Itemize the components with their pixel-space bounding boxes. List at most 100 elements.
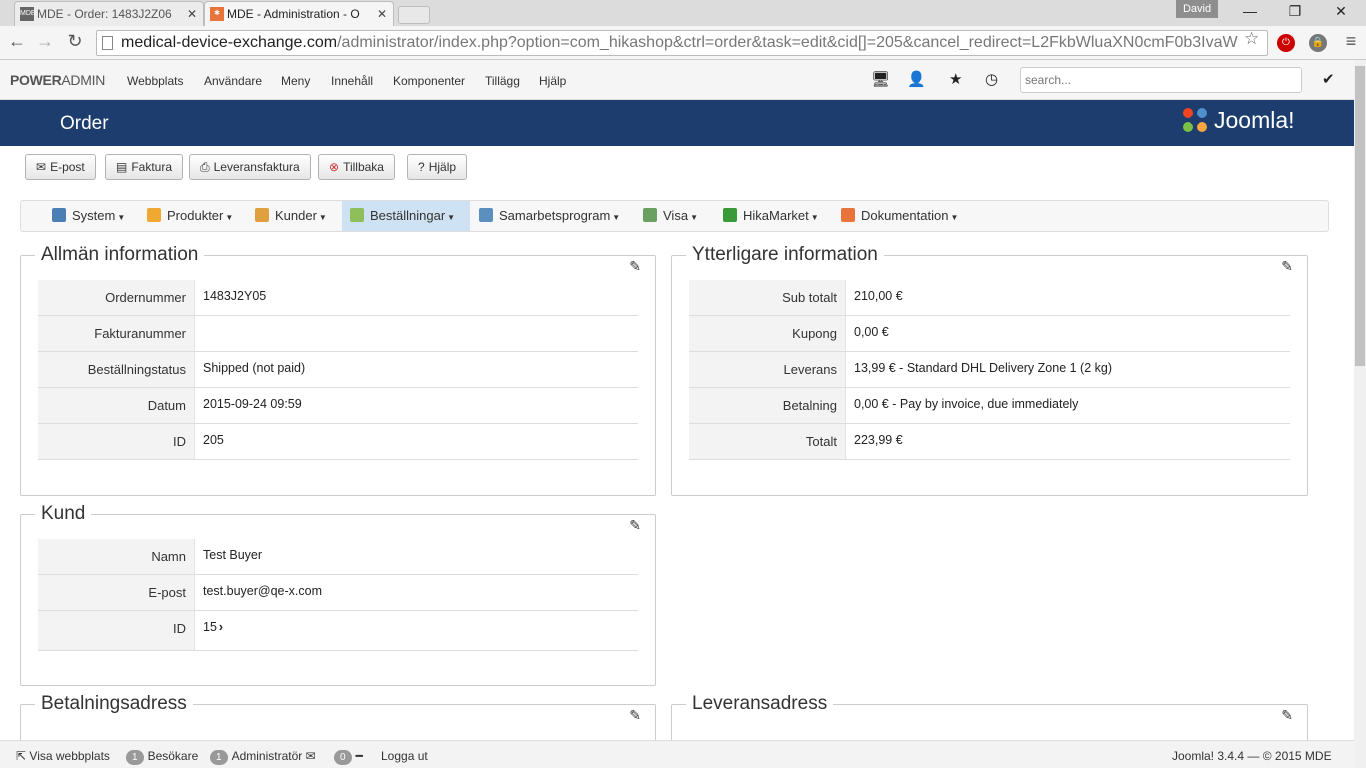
restore-icon[interactable]: ❐ (1285, 3, 1305, 20)
edit-pencil-icon[interactable]: ✎ (629, 258, 641, 275)
messages-badge: 0 (334, 750, 352, 765)
menu-anvandare[interactable]: Användare (204, 74, 262, 88)
browser-tab-title: MDE - Administration - O (227, 7, 360, 21)
edit-pencil-icon[interactable]: ✎ (629, 517, 641, 534)
info-row: Leverans 13,99 € - Standard DHL Delivery … (689, 352, 1290, 388)
question-icon: ? (418, 160, 425, 174)
hikamenu-hikamarket[interactable]: HikaMarket ▼ (715, 201, 827, 231)
status-footer: ⇱ Visa webbplats 1 Besökare 1 Administratö… (0, 740, 1354, 768)
search-input[interactable] (1020, 67, 1302, 93)
browser-tab-bar: MDE MDE - Order: 1483J2Z06 ✕ ✱ MDE - Adm… (0, 0, 1366, 26)
invoice-button[interactable]: ▤ Faktura (105, 154, 184, 180)
browser-address-toolbar: ← → ↻ medical-device-exchange.com/admini… (0, 26, 1366, 60)
menu-hjalp[interactable]: Hjälp (539, 74, 566, 88)
menu-meny[interactable]: Meny (281, 74, 310, 88)
hikamarket-icon (723, 208, 737, 222)
back-arrow-icon[interactable]: ← (6, 31, 28, 52)
page-title: Order (60, 113, 109, 134)
hikamenu-produkter[interactable]: Produkter ▼ (139, 201, 241, 231)
printer-icon: ⎙ (200, 160, 210, 174)
new-tab-button[interactable] (398, 6, 430, 24)
minus-icon: ━ (355, 749, 363, 763)
browser-tab-order[interactable]: MDE MDE - Order: 1483J2Z06 ✕ (14, 1, 204, 26)
info-row: Beställningstatus Shipped (not paid) (38, 352, 638, 388)
shipping-address-title: Leveransadress (686, 693, 834, 715)
shipping-invoice-button[interactable]: ⎙ Leveransfaktura (189, 154, 311, 180)
browser-menu-icon[interactable]: ≡ (1340, 31, 1362, 52)
hikamenu-kunder[interactable]: Kunder ▼ (247, 201, 335, 231)
info-row: Sub totalt 210,00 € (689, 280, 1290, 316)
admins-badge: 1 (210, 750, 228, 765)
bookmark-star-icon[interactable]: ☆ (1244, 29, 1259, 49)
hikashop-menu: System ▼ Produkter ▼ Kunder ▼ Beställningar… (20, 200, 1329, 232)
edit-pencil-icon[interactable]: ✎ (1281, 258, 1293, 275)
admin-navbar: POWERADMIN Webbplats Användare Meny Inne… (0, 60, 1354, 100)
envelope-icon: ✉ (36, 160, 47, 174)
visitors-badge: 1 (126, 750, 144, 765)
info-row: ID 205 (38, 424, 638, 460)
admins-status: 1 Administratör ✉ (210, 749, 316, 765)
lifebuoy-icon (841, 208, 855, 222)
hikamenu-visa[interactable]: Visa ▼ (635, 201, 706, 231)
document-icon: ▤ (116, 160, 128, 174)
browser-profile-button[interactable]: David (1176, 0, 1218, 18)
forward-arrow-icon[interactable]: → (34, 31, 56, 52)
menu-tillagg[interactable]: Tillägg (485, 74, 520, 88)
customer-panel: Kund ✎ Namn Test Buyer E-post test.buyer@q… (20, 503, 656, 686)
menu-komponenter[interactable]: Komponenter (393, 74, 465, 88)
info-row: Namn Test Buyer (38, 539, 638, 575)
cancel-circle-icon: ⊗ (329, 160, 340, 174)
general-info-title: Allmän information (35, 244, 205, 266)
joomla-version: Joomla! 3.4.4 — © 2015 MDE (1172, 749, 1332, 763)
clock-icon[interactable]: ◷ (985, 70, 998, 88)
user-icon[interactable]: 👤 (907, 70, 926, 88)
extension-power-icon[interactable]: ⏻ (1277, 34, 1295, 52)
menu-innehall[interactable]: Innehåll (331, 74, 373, 88)
menu-webbplats[interactable]: Webbplats (127, 74, 183, 88)
chevron-right-icon[interactable]: › (219, 620, 223, 634)
url-input[interactable]: medical-device-exchange.com/administrato… (96, 30, 1268, 56)
scrollbar-thumb[interactable] (1355, 66, 1365, 366)
edit-pencil-icon[interactable]: ✎ (1281, 707, 1293, 724)
customer-title: Kund (35, 503, 92, 525)
check-circle-icon[interactable]: ✔ (1322, 70, 1335, 88)
back-button[interactable]: ⊗ Tillbaka (318, 154, 395, 180)
external-link-icon: ⇱ (16, 749, 27, 763)
billing-address-title: Betalningsadress (35, 693, 193, 715)
extension-lock-icon[interactable]: 🔒 (1309, 34, 1327, 52)
joomla-logo-text: Joomla! (1214, 107, 1295, 133)
joomla-logo-icon (1183, 108, 1207, 132)
monitor-icon[interactable]: 🖥 (871, 70, 890, 88)
logout-link[interactable]: Logga ut (381, 749, 428, 763)
view-icon (643, 208, 657, 222)
info-row: Kupong 0,00 € (689, 316, 1290, 352)
customer-id: 15 (203, 620, 217, 634)
hikamenu-system[interactable]: System ▼ (44, 201, 133, 231)
browser-tab-administration[interactable]: ✱ MDE - Administration - O ✕ (204, 1, 394, 26)
page-scrollbar[interactable] (1354, 60, 1366, 768)
view-site-link[interactable]: ⇱ Visa webbplats (16, 749, 110, 763)
messages-status[interactable]: 0 ━ (334, 749, 363, 765)
email-button[interactable]: ✉ E-post (25, 154, 96, 180)
close-tab-icon[interactable]: ✕ (187, 2, 197, 26)
hikamenu-samarbetsprogram[interactable]: Samarbetsprogram ▼ (471, 201, 628, 231)
admin-brand[interactable]: POWERADMIN (10, 72, 105, 88)
info-row: Betalning 0,00 € - Pay by invoice, due im… (689, 388, 1290, 424)
additional-info-panel: Ytterligare information ✎ Sub totalt 210,… (671, 244, 1308, 496)
help-button[interactable]: ? Hjälp (407, 154, 468, 180)
close-tab-icon[interactable]: ✕ (377, 2, 387, 26)
edit-pencil-icon[interactable]: ✎ (629, 707, 641, 724)
info-row: Ordernummer 1483J2Y05 (38, 280, 638, 316)
url-domain: medical-device-exchange.com (121, 34, 338, 51)
minimize-icon[interactable]: — (1240, 3, 1260, 19)
hikamenu-bestallningar[interactable]: Beställningar ▼ (342, 201, 470, 231)
joomla-favicon-icon: ✱ (210, 7, 224, 21)
general-info-panel: Allmän information ✎ Ordernummer 1483J2Y0… (20, 244, 656, 496)
close-window-icon[interactable]: ✕ (1331, 3, 1351, 20)
info-row: Totalt 223,99 € (689, 424, 1290, 460)
users-icon (255, 208, 269, 222)
affiliate-icon (479, 208, 493, 222)
reload-icon[interactable]: ↻ (64, 31, 86, 52)
star-icon[interactable]: ★ (949, 70, 962, 88)
hikamenu-dokumentation[interactable]: Dokumentation ▼ (833, 201, 966, 231)
